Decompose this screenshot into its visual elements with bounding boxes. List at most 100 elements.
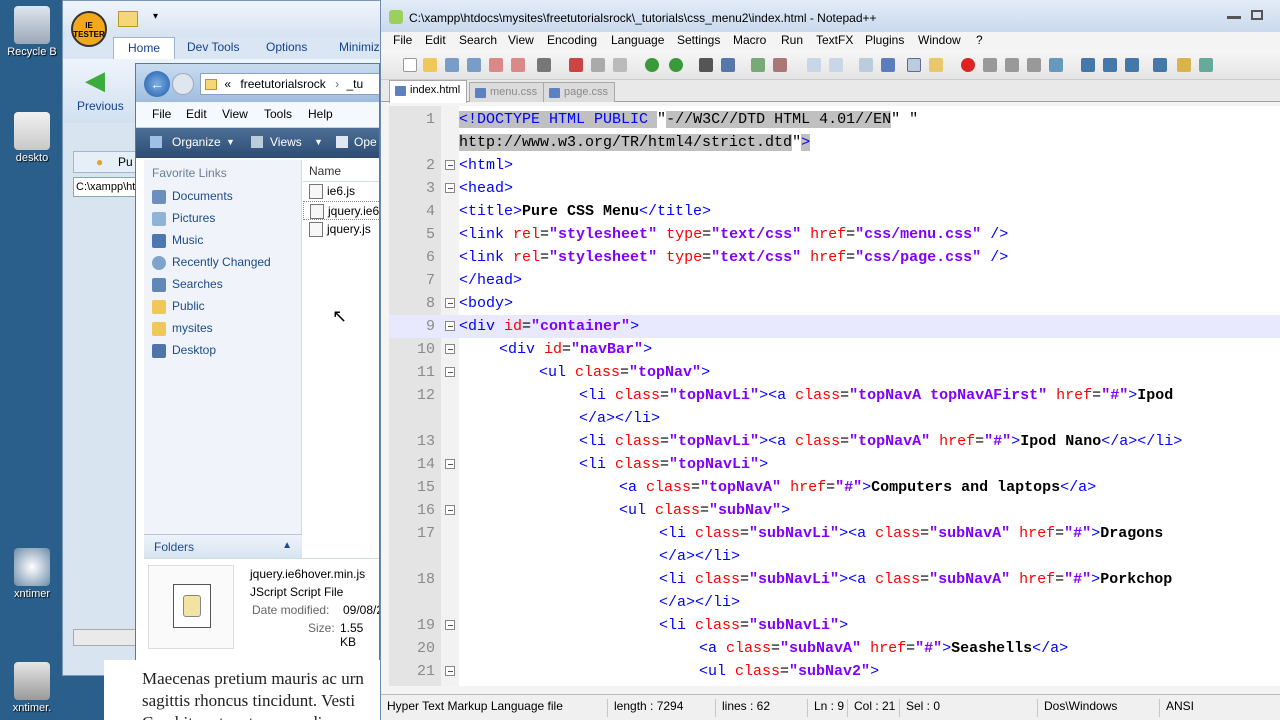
- code-line[interactable]: 5 <link rel="stylesheet" type="text/css" …: [389, 223, 1280, 246]
- sidebar-item-documents[interactable]: Documents: [144, 186, 301, 208]
- code-line[interactable]: </a></li>: [389, 545, 1280, 568]
- menu-file[interactable]: File: [152, 107, 171, 121]
- folder-icon[interactable]: [118, 11, 138, 27]
- menu-language[interactable]: Language: [611, 33, 664, 47]
- list-item[interactable]: ie6.js: [303, 182, 379, 201]
- code-line[interactable]: 15 <a class="topNavA" href="#">Computers …: [389, 476, 1280, 499]
- fold-toggle-icon[interactable]: [445, 505, 455, 515]
- breadcrumb-item[interactable]: _tu: [346, 77, 363, 91]
- close-all-icon[interactable]: [511, 58, 525, 72]
- spellcheck-icon[interactable]: [1199, 58, 1213, 72]
- views-button[interactable]: Views: [270, 135, 302, 149]
- recycle-bin-icon[interactable]: Recycle B: [2, 6, 62, 58]
- list-item[interactable]: jquery.js: [303, 220, 379, 239]
- save-all-icon[interactable]: [467, 58, 481, 72]
- menu-search[interactable]: Search: [459, 33, 497, 47]
- close-icon[interactable]: [489, 58, 503, 72]
- record-macro-icon[interactable]: [961, 58, 975, 72]
- menu-macro[interactable]: Macro: [733, 33, 766, 47]
- menu-run[interactable]: Run: [781, 33, 803, 47]
- menu-edit[interactable]: Edit: [425, 33, 446, 47]
- tab-minimize[interactable]: Minimiz: [339, 40, 380, 54]
- new-file-icon[interactable]: [403, 58, 417, 72]
- menu-encoding[interactable]: Encoding: [547, 33, 597, 47]
- zoom-in-icon[interactable]: [751, 58, 765, 72]
- sidebar-item-mysites[interactable]: mysites: [144, 318, 301, 340]
- xntimer-icon[interactable]: xntimer: [2, 548, 62, 600]
- open-file-icon[interactable]: [423, 58, 437, 72]
- zoom-out-icon[interactable]: [773, 58, 787, 72]
- code-line[interactable]: 10 <div id="navBar">: [389, 338, 1280, 361]
- tab-options[interactable]: Options: [266, 40, 307, 54]
- code-line[interactable]: </a></li>: [389, 407, 1280, 430]
- back-button[interactable]: ←: [144, 71, 170, 97]
- xntimer-config-icon[interactable]: xntimer.: [2, 662, 62, 714]
- code-line[interactable]: 19 <li class="subNavLi">: [389, 614, 1280, 637]
- code-line[interactable]: 12 <li class="topNavLi"><a class="topNavA…: [389, 384, 1280, 407]
- save-macro-icon[interactable]: [1049, 58, 1063, 72]
- fold-toggle-icon[interactable]: [445, 344, 455, 354]
- code-line[interactable]: 9 <div id="container">: [389, 315, 1280, 338]
- bookmark-up-icon[interactable]: [1081, 58, 1095, 72]
- menu-edit[interactable]: Edit: [186, 107, 207, 121]
- quick-access-dropdown-icon[interactable]: ▾: [153, 11, 158, 22]
- bookmark-prev-icon[interactable]: [1103, 58, 1117, 72]
- fold-toggle-icon[interactable]: [445, 160, 455, 170]
- sync-horizontal-icon[interactable]: [829, 58, 843, 72]
- word-wrap-icon[interactable]: [859, 58, 873, 72]
- print-icon[interactable]: [537, 58, 551, 72]
- column-header-name[interactable]: Name: [303, 160, 379, 182]
- menu-tools[interactable]: Tools: [264, 107, 292, 121]
- folders-toggle[interactable]: Folders ▲: [144, 534, 302, 558]
- sidebar-item-pictures[interactable]: Pictures: [144, 208, 301, 230]
- undo-icon[interactable]: [645, 58, 659, 72]
- menu-textfx[interactable]: TextFX: [816, 33, 853, 47]
- list-item[interactable]: jquery.ie6: [303, 201, 379, 220]
- fold-toggle-icon[interactable]: [445, 367, 455, 377]
- fold-toggle-icon[interactable]: [445, 620, 455, 630]
- code-line[interactable]: </a></li>: [389, 591, 1280, 614]
- sidebar-item-public[interactable]: Public: [144, 296, 301, 318]
- play-multiple-icon[interactable]: [1027, 58, 1041, 72]
- bookmark-clear-icon[interactable]: [1153, 58, 1167, 72]
- code-line[interactable]: 20 <a class="subNavA" href="#">Seashells<…: [389, 637, 1280, 660]
- find-icon[interactable]: [699, 58, 713, 72]
- desktop-shortcut-icon[interactable]: deskto: [2, 112, 62, 164]
- open-button[interactable]: Ope: [354, 135, 377, 149]
- ietester-address-field[interactable]: C:\xampp\ht: [73, 177, 143, 197]
- cut-icon[interactable]: [569, 58, 583, 72]
- tab-page-css[interactable]: page.css: [543, 82, 616, 102]
- code-line[interactable]: http://www.w3.org/TR/html4/strict.dtd">: [389, 131, 1280, 154]
- code-line[interactable]: 11 <ul class="topNav">: [389, 361, 1280, 384]
- copy-icon[interactable]: [591, 58, 605, 72]
- horizontal-scrollbar[interactable]: [73, 629, 143, 646]
- code-line[interactable]: 13 <li class="topNavLi"><a class="topNavA…: [389, 430, 1280, 453]
- sidebar-item-music[interactable]: Music: [144, 230, 301, 252]
- code-line[interactable]: 17 <li class="subNavLi"><a class="subNavA…: [389, 522, 1280, 545]
- minimize-icon[interactable]: [1227, 16, 1241, 19]
- sidebar-item-searches[interactable]: Searches: [144, 274, 301, 296]
- tab-dev-tools[interactable]: Dev Tools: [187, 40, 239, 54]
- code-line[interactable]: 2 <html>: [389, 154, 1280, 177]
- fold-toggle-icon[interactable]: [445, 183, 455, 193]
- menu-plugins[interactable]: Plugins: [865, 33, 904, 47]
- fold-toggle-icon[interactable]: [445, 298, 455, 308]
- menu-help[interactable]: ?: [976, 33, 983, 47]
- back-arrow-icon[interactable]: ◀: [85, 67, 105, 93]
- code-line[interactable]: 8 <body>: [389, 292, 1280, 315]
- sync-vertical-icon[interactable]: [807, 58, 821, 72]
- menu-file[interactable]: File: [393, 33, 412, 47]
- stop-macro-icon[interactable]: [983, 58, 997, 72]
- menu-help[interactable]: Help: [308, 107, 333, 121]
- paste-icon[interactable]: [613, 58, 627, 72]
- code-line[interactable]: 3 <head>: [389, 177, 1280, 200]
- fold-toggle-icon[interactable]: [445, 459, 455, 469]
- doc-map-icon[interactable]: [929, 58, 943, 72]
- code-line[interactable]: 18 <li class="subNavLi"><a class="subNavA…: [389, 568, 1280, 591]
- tab-home[interactable]: Home: [113, 37, 176, 59]
- save-icon[interactable]: [445, 58, 459, 72]
- indent-guide-icon[interactable]: [907, 58, 921, 72]
- organize-button[interactable]: Organize: [172, 135, 221, 149]
- show-all-chars-icon[interactable]: [881, 58, 895, 72]
- code-line[interactable]: 16 <ul class="subNav">: [389, 499, 1280, 522]
